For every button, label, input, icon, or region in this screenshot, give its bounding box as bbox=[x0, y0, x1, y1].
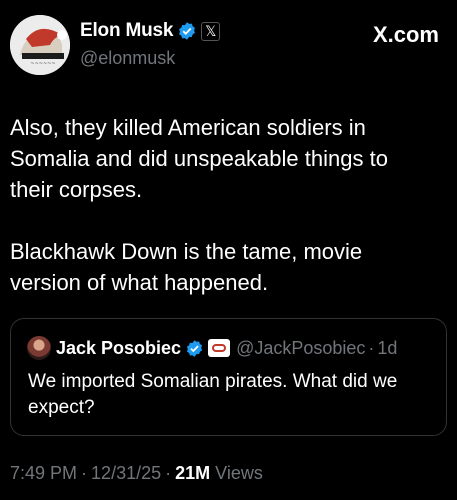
svg-text:~~~~~~: ~~~~~~ bbox=[30, 61, 55, 67]
author-handle[interactable]: @elonmusk bbox=[80, 48, 175, 69]
verified-badge-icon bbox=[179, 22, 196, 40]
post-text: Also, they killed American soldiers in S… bbox=[10, 115, 388, 295]
quoted-post[interactable]: Jack Posobiec @JackPosobiec · 1d We impo… bbox=[10, 318, 447, 436]
quoted-post-header: Jack Posobiec @JackPosobiec · 1d bbox=[27, 336, 397, 360]
author-name-row: Elon Musk 𝕏 bbox=[80, 20, 221, 42]
tweet-card: ~~~~~~ Elon Musk 𝕏 @elonmusk X.com Also,… bbox=[0, 0, 457, 500]
affiliate-badge-icon bbox=[208, 339, 231, 357]
x-com-watermark: X.com bbox=[372, 22, 439, 47]
post-date[interactable]: 12/31/25 bbox=[91, 463, 161, 484]
post-meta: 7:49 PM · 12/31/25 · 21M Views bbox=[10, 463, 263, 484]
quoted-separator: · bbox=[368, 337, 375, 358]
quoted-author-name[interactable]: Jack Posobiec bbox=[56, 338, 181, 359]
author-display-name[interactable]: Elon Musk bbox=[80, 20, 173, 42]
meta-separator: · bbox=[81, 463, 88, 483]
verified-badge-icon bbox=[187, 339, 203, 357]
meta-separator: · bbox=[165, 463, 172, 483]
views-count[interactable]: 21M bbox=[175, 463, 210, 484]
quoted-author-handle[interactable]: @JackPosobiec bbox=[236, 338, 365, 359]
author-avatar[interactable]: ~~~~~~ bbox=[10, 15, 70, 75]
quoted-author-avatar[interactable] bbox=[27, 336, 51, 360]
post-time[interactable]: 7:49 PM bbox=[10, 463, 77, 484]
views-label: Views bbox=[215, 463, 263, 483]
quoted-post-time[interactable]: 1d bbox=[377, 338, 397, 359]
x-logo-icon: 𝕏 bbox=[201, 21, 221, 41]
santa-hat-avatar-image: ~~~~~~ bbox=[10, 15, 70, 75]
affiliate-glyph: 𝕏 bbox=[205, 22, 217, 39]
quoted-post-text: We imported Somalian pirates. What did w… bbox=[28, 371, 398, 418]
